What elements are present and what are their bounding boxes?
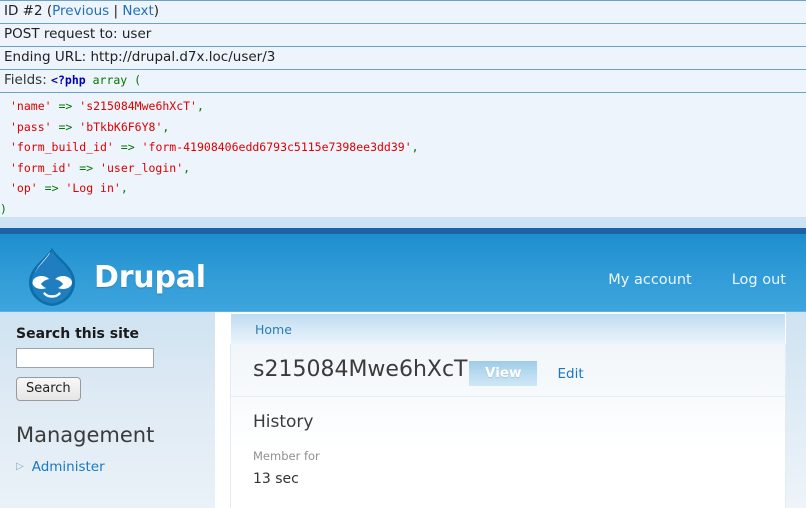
php-entry-value: 'user_login' [100,160,184,175]
management-menu: ▷ Administer [16,459,199,475]
php-array-close: ) [0,201,7,216]
fields-label: Fields: [4,72,47,88]
member-for-value: 13 sec [253,471,299,487]
php-entry-comma: , [162,119,170,134]
php-entry-arrow: => [44,181,59,195]
id-separator: | [109,3,123,19]
top-light-band [0,217,806,228]
site-body: Search this site Search Management ▷ Adm… [0,312,806,508]
sidebar-inner: Search this site Search Management ▷ Adm… [0,312,215,475]
log-out-link[interactable]: Log out [732,272,786,288]
php-entry-key: 'form_id' [10,160,73,175]
php-entry-key: 'pass' [10,119,52,134]
breadcrumb-home-link[interactable]: Home [255,322,292,337]
php-entry-comma: , [120,181,128,195]
php-entry-value: 'Log in' [65,181,121,195]
php-array-entry: 'pass' => 'bTkbK6F6Y8', [0,117,806,138]
menu-item-administer[interactable]: ▷ Administer [16,459,199,475]
php-entry-arrow: => [58,99,73,113]
breadcrumb: Home [230,312,786,344]
page-title: s215084Mwe6hXcT [253,357,468,382]
php-entry-arrow: => [58,119,73,134]
php-array-entry: 'form_id' => 'user_login', [0,158,806,179]
php-entry-value: 'form-41908406edd6793c5115e7398ee3dd39' [141,140,412,154]
php-array-entry: 'op' => 'Log in', [0,178,806,199]
php-entry-key: 'name' [10,99,52,113]
request-id-row: ID #2 (Previous | Next) [0,1,806,24]
php-entry-comma: , [411,140,419,154]
user-navigation: My account Log out [608,272,786,288]
php-entry-key: 'form_build_id' [10,140,114,154]
menu-item-label[interactable]: Administer [32,459,105,475]
member-for-label: Member for [253,449,320,463]
site-name: Drupal [94,259,206,295]
php-array-close-line: ) [0,199,806,220]
drupal-droplet-logo-icon [28,248,76,306]
php-entry-key: 'op' [10,181,38,195]
page-header: s215084Mwe6hXcT View Edit [231,344,785,397]
search-input[interactable] [16,348,154,368]
request-id-suffix: ) [153,3,160,19]
php-code-opening: <?php array ( [51,73,141,87]
request-id-prefix: ID #2 ( [4,3,53,19]
right-gutter [786,312,806,508]
php-open-tag: <?php [51,73,86,87]
php-entry-value: 'bTkbK6F6Y8' [79,119,163,134]
site-branding[interactable]: Drupal [24,246,206,308]
ending-url-row: Ending URL: http://drupal.d7x.loc/user/3 [0,47,806,70]
sidebar-left: Search this site Search Management ▷ Adm… [0,312,216,508]
tab-view[interactable]: View [469,361,538,386]
site-header: Drupal My account Log out [0,234,806,312]
php-array-body: 'name' => 's215084Mwe6hXcT', 'pass' => '… [0,93,806,219]
management-block-title: Management [16,423,155,447]
drupal-site: Drupal My account Log out Search this si… [0,217,806,508]
php-array-entry: 'form_build_id' => 'form-41908406edd6793… [0,137,806,158]
my-account-link[interactable]: My account [608,272,691,288]
history-heading: History [253,412,314,432]
php-entry-comma: , [196,99,204,113]
next-link[interactable]: Next [122,3,153,19]
php-entry-comma: , [183,160,191,175]
php-array-entry: 'name' => 's215084Mwe6hXcT', [0,96,806,117]
php-entry-arrow: => [79,160,94,175]
main-content: Home s215084Mwe6hXcT View Edit History M… [230,312,786,508]
search-block-title: Search this site [16,326,140,342]
primary-tabs: View Edit [469,361,584,386]
request-info-panel: ID #2 (Previous | Next) POST request to:… [0,0,806,219]
triangle-right-icon: ▷ [16,461,24,472]
php-array-open: array ( [92,73,142,87]
fields-row: Fields: <?php array ( [0,70,806,93]
search-button[interactable]: Search [16,377,81,401]
php-entry-arrow: => [120,140,135,154]
post-request-row: POST request to: user [0,24,806,47]
php-entry-value: 's215084Mwe6hXcT' [79,99,197,113]
previous-link[interactable]: Previous [52,3,109,19]
tab-edit[interactable]: Edit [557,366,583,382]
content-panel: s215084Mwe6hXcT View Edit History Member… [230,344,786,508]
